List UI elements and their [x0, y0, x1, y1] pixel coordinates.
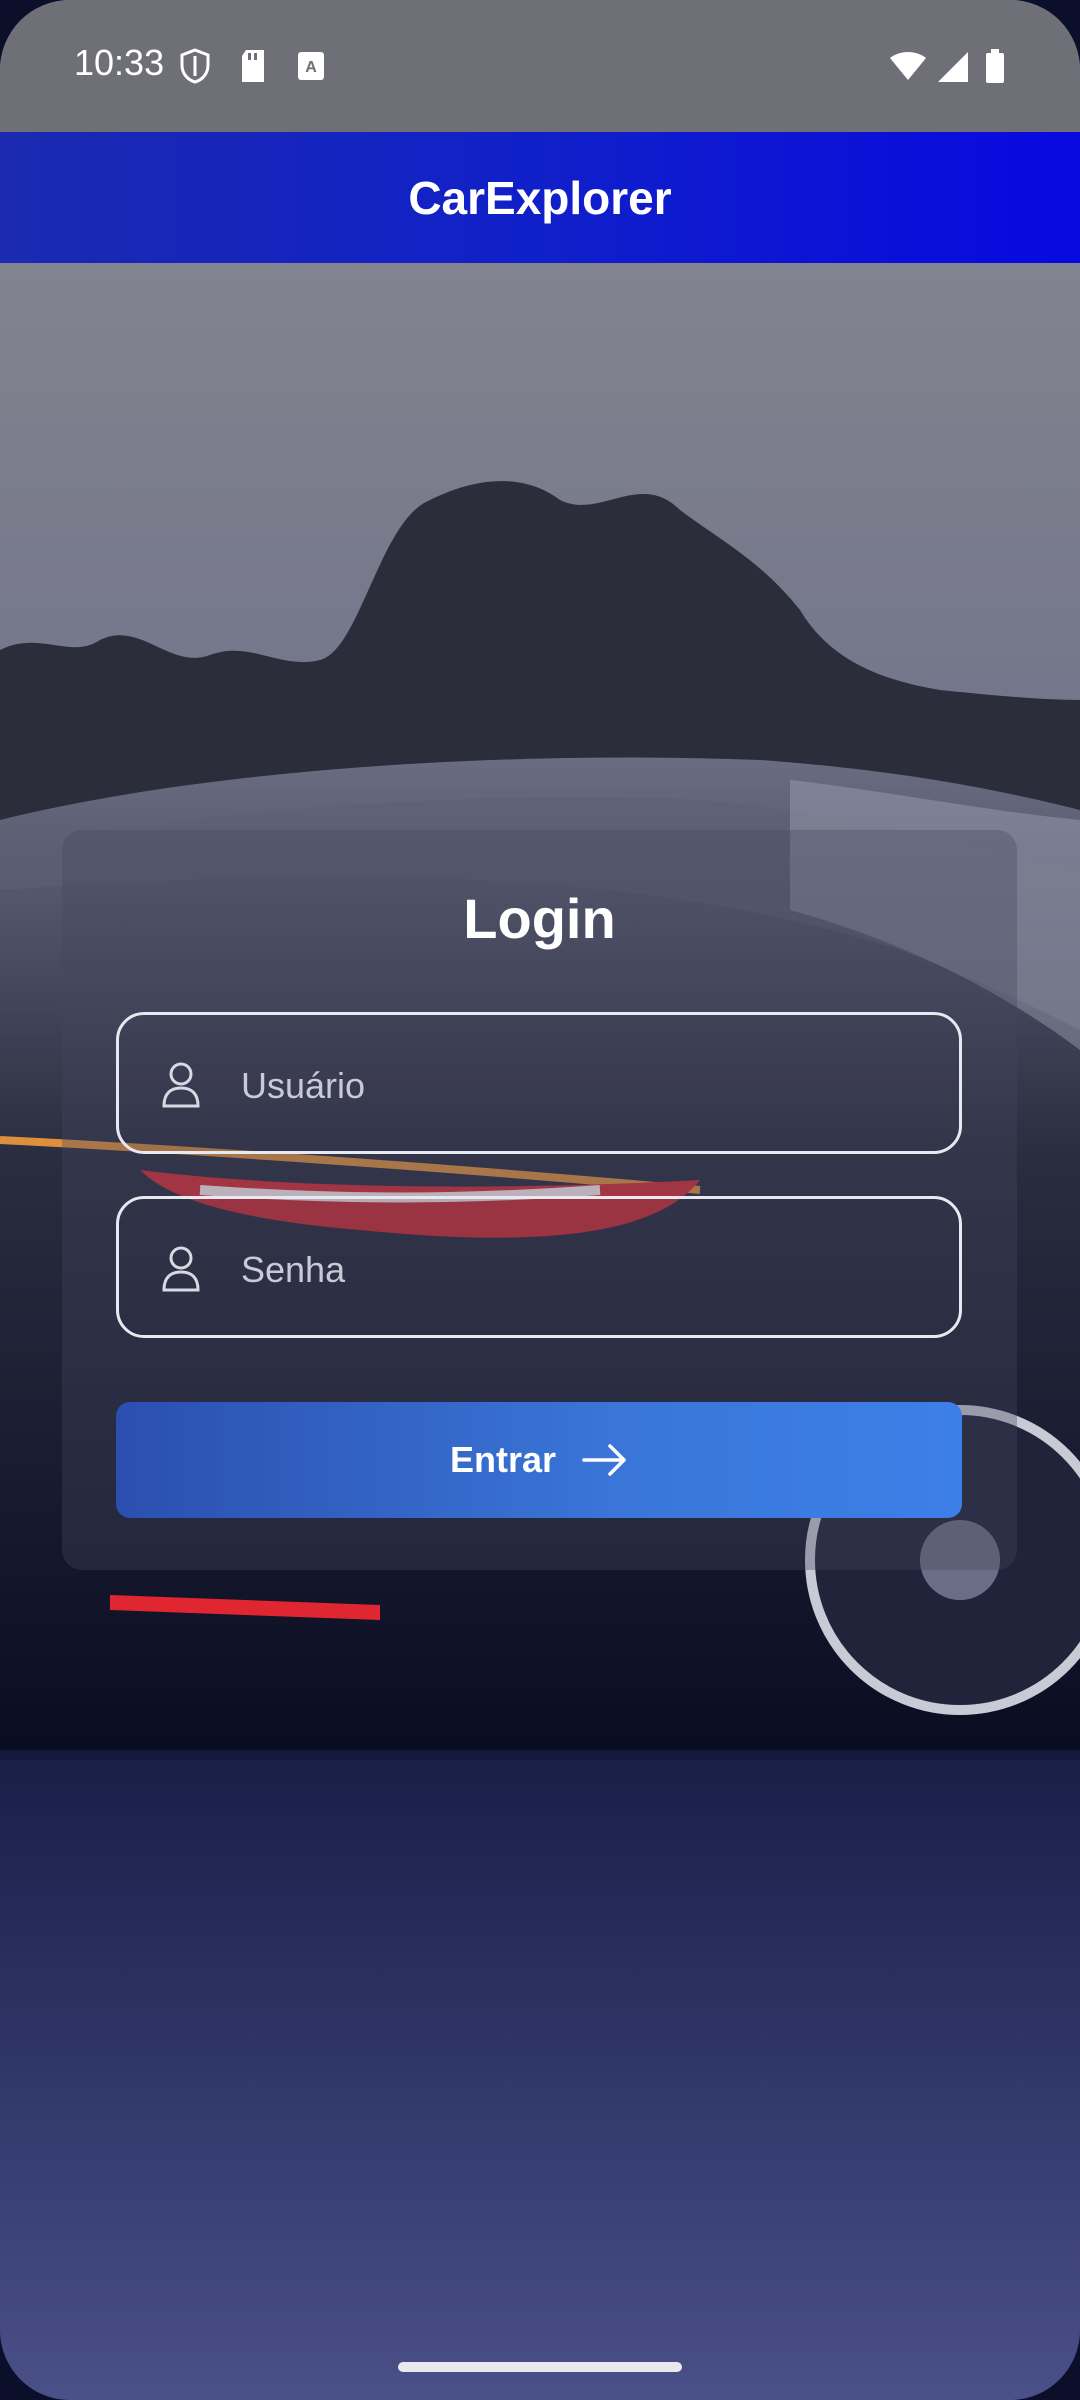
status-time: 10:33 — [74, 42, 165, 83]
user-icon — [162, 1062, 200, 1108]
text-icon: A — [298, 52, 324, 80]
enter-button[interactable]: Entrar — [116, 1402, 962, 1518]
signal-icon — [938, 52, 968, 82]
wifi-icon — [890, 52, 926, 80]
app-title: CarExplorer — [408, 171, 672, 224]
login-screen: 10:33 A CarExplorer Login Usuário Entrar — [0, 0, 1080, 2400]
trees-silhouette — [0, 481, 1080, 840]
password-input[interactable] — [239, 1229, 923, 1311]
password-field[interactable] — [116, 1196, 962, 1338]
sd-card-icon — [242, 50, 264, 82]
arrow-right-icon — [582, 1444, 626, 1476]
shield-icon — [180, 48, 210, 84]
battery-icon — [986, 49, 1004, 83]
status-bar: 10:33 A — [0, 0, 1080, 132]
home-indicator[interactable] — [398, 2362, 682, 2372]
enter-button-label: Entrar — [449, 1439, 557, 1480]
username-input[interactable] — [239, 1045, 923, 1127]
svg-text:A: A — [305, 59, 317, 76]
username-field[interactable] — [116, 1012, 962, 1154]
user-icon — [162, 1246, 200, 1292]
login-title: Login — [463, 887, 616, 950]
app-bar: CarExplorer — [0, 132, 1080, 263]
login-card: Login Entrar — [62, 830, 1017, 1570]
